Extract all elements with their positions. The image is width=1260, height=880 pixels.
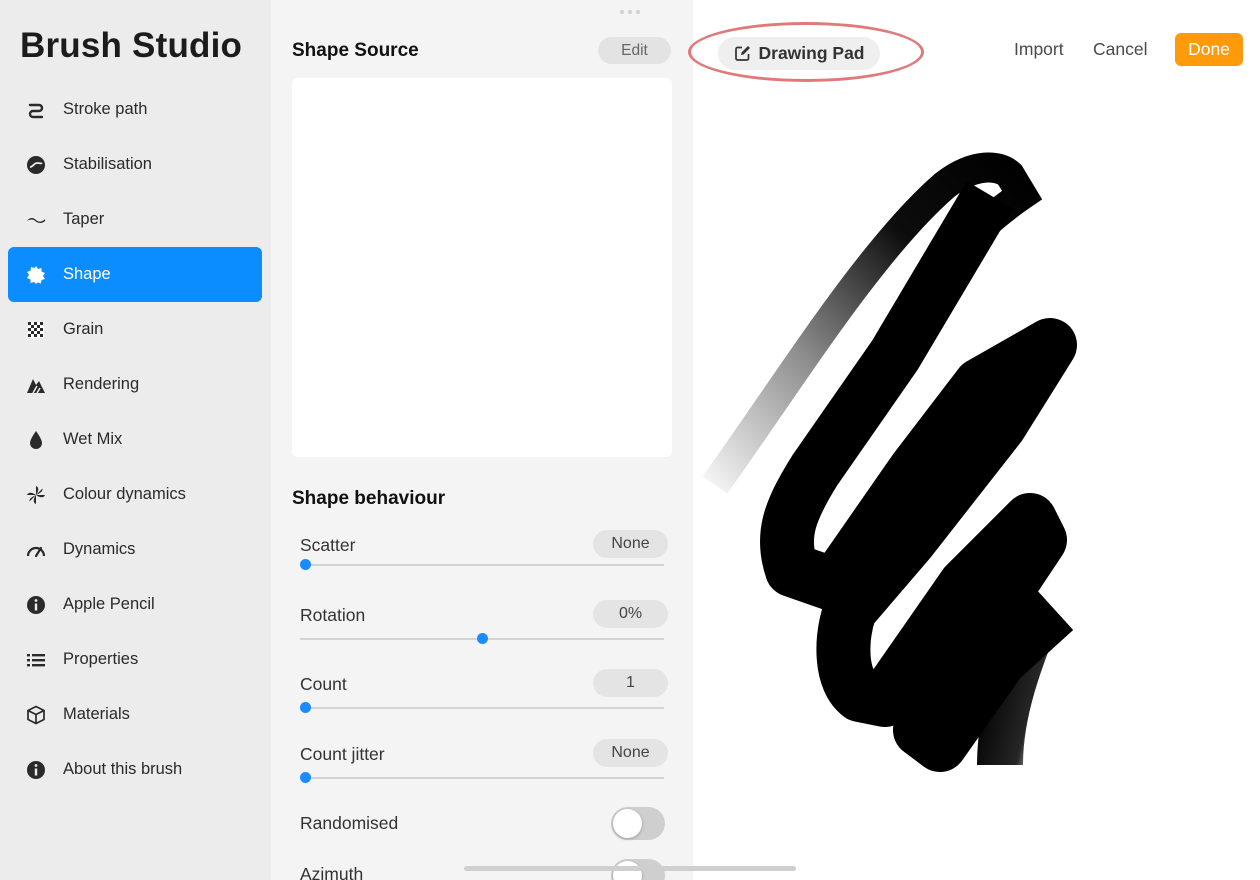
shape-source-title: Shape Source (292, 40, 419, 61)
scatter-setting: Scatter None (300, 530, 668, 595)
sidebar-item-label: Stroke path (63, 100, 148, 118)
rotation-setting: Rotation 0% (300, 600, 668, 665)
shape-source-preview[interactable] (292, 78, 672, 457)
sidebar-item-label: Shape (63, 265, 111, 283)
azimuth-label: Azimuth (300, 864, 364, 880)
slider-thumb[interactable] (300, 702, 311, 713)
drawing-pad-label: Drawing Pad (758, 43, 865, 63)
count-slider[interactable] (300, 702, 664, 714)
properties-icon (26, 650, 46, 670)
sidebar-item-colour-dynamics[interactable]: Colour dynamics (8, 467, 262, 522)
app-title: Brush Studio (20, 26, 243, 65)
sidebar-item-grain[interactable]: Grain (8, 302, 262, 357)
randomised-label: Randomised (300, 813, 399, 833)
home-indicator[interactable] (464, 866, 796, 871)
panel-grabber[interactable] (620, 10, 640, 14)
sidebar-item-wet-mix[interactable]: Wet Mix (8, 412, 262, 467)
slider-thumb[interactable] (300, 772, 311, 783)
sidebar-item-label: Grain (63, 320, 104, 338)
rotation-value[interactable]: 0% (593, 600, 668, 628)
count-setting: Count 1 (300, 669, 668, 734)
rendering-icon (26, 375, 46, 395)
randomised-toggle[interactable] (611, 807, 665, 840)
count-jitter-slider[interactable] (300, 772, 664, 784)
scatter-slider[interactable] (300, 559, 664, 571)
slider-thumb[interactable] (300, 559, 311, 570)
dynamics-icon (26, 540, 46, 560)
sidebar-item-label: Rendering (63, 375, 140, 393)
sidebar-item-rendering[interactable]: Rendering (8, 357, 262, 412)
sidebar-item-label: Apple Pencil (63, 595, 155, 613)
sidebar-item-shape[interactable]: Shape (8, 247, 262, 302)
edit-button[interactable]: Edit (598, 37, 671, 64)
rotation-slider[interactable] (300, 633, 664, 645)
sidebar-item-label: Wet Mix (63, 430, 123, 448)
drawing-pad-button[interactable]: Drawing Pad (718, 37, 880, 70)
count-jitter-setting: Count jitter None (300, 739, 668, 804)
sidebar-item-label: Dynamics (63, 540, 136, 558)
wet-mix-icon (26, 430, 46, 450)
sidebar-item-stabilisation[interactable]: Stabilisation (8, 137, 262, 192)
sidebar-item-materials[interactable]: Materials (8, 687, 262, 742)
info-icon (26, 760, 46, 780)
rotation-label: Rotation (300, 605, 366, 625)
sidebar-item-properties[interactable]: Properties (8, 632, 262, 687)
sidebar-item-stroke-path[interactable]: Stroke path (8, 82, 262, 137)
sidebar-item-apple-pencil[interactable]: Apple Pencil (8, 577, 262, 632)
stroke-path-icon (26, 100, 46, 120)
sidebar: Brush Studio Stroke path Stabilisation T… (0, 0, 271, 880)
materials-icon (26, 705, 46, 725)
count-jitter-label: Count jitter (300, 744, 385, 764)
count-value[interactable]: 1 (593, 669, 668, 697)
colour-dynamics-icon (26, 485, 46, 505)
sidebar-item-label: About this brush (63, 760, 183, 778)
scatter-label: Scatter (300, 535, 356, 555)
sidebar-item-taper[interactable]: Taper (8, 192, 262, 247)
scatter-value[interactable]: None (593, 530, 668, 558)
stabilisation-icon (26, 155, 46, 175)
sidebar-item-about-this-brush[interactable]: About this brush (8, 742, 262, 797)
import-button[interactable]: Import (1014, 39, 1064, 60)
sidebar-item-label: Taper (63, 210, 105, 228)
settings-panel: Shape Source Edit Shape behaviour Scatte… (271, 0, 693, 880)
sidebar-nav: Stroke path Stabilisation Taper Shape Gr… (8, 82, 262, 797)
sidebar-item-dynamics[interactable]: Dynamics (8, 522, 262, 577)
cancel-button[interactable]: Cancel (1093, 39, 1147, 60)
drawing-canvas[interactable] (700, 140, 1100, 810)
taper-icon (26, 210, 46, 230)
done-button[interactable]: Done (1175, 33, 1243, 66)
sidebar-item-label: Materials (63, 705, 130, 723)
shape-icon (26, 265, 46, 285)
slider-thumb[interactable] (477, 633, 488, 644)
grain-icon (26, 320, 46, 340)
shape-behaviour-title: Shape behaviour (292, 488, 446, 509)
sidebar-item-label: Properties (63, 650, 139, 668)
sidebar-item-label: Stabilisation (63, 155, 152, 173)
brush-stroke-preview (702, 152, 1077, 772)
sidebar-item-label: Colour dynamics (63, 485, 186, 503)
apple-pencil-icon (26, 595, 46, 615)
count-jitter-value[interactable]: None (593, 739, 668, 767)
count-label: Count (300, 674, 347, 694)
edit-icon (734, 45, 751, 62)
